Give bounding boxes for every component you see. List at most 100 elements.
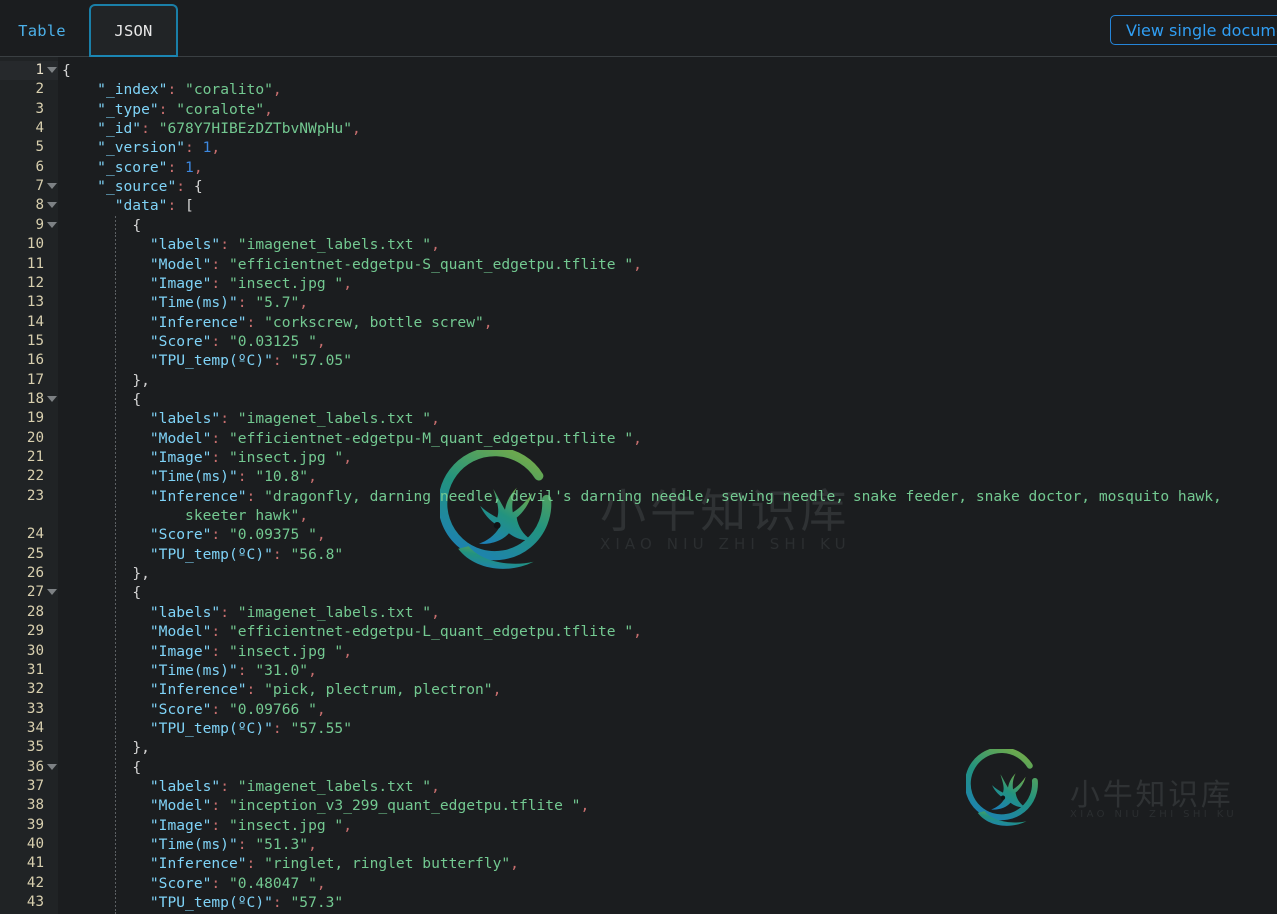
code-line[interactable]: 35}, [0,738,1277,758]
token-str: "coralote" [176,100,265,118]
token-brace: { [193,178,203,196]
code-line[interactable]: 19 "labels": "imagenet_labels.txt ", [0,409,1277,429]
code-line[interactable]: 25 "TPU_temp(ºC)": "56.8" [0,544,1277,565]
code-line[interactable]: 2 "_index": "coralito", [0,80,1277,99]
token-str: "efficientnet-edgetpu-L_quant_edgetpu.tf… [229,623,634,641]
token-punc: , [308,468,317,486]
token-punc: : [185,139,194,157]
indent-guide [114,718,116,739]
code-line[interactable]: 9{ [0,215,1277,236]
token-punc: , [580,797,590,815]
code-line[interactable]: 38 "Model": "inception_v3_299_quant_edget… [0,796,1277,816]
code-line[interactable]: 41 "Inference": "ringlet, ringlet butterf… [0,854,1277,874]
token-str: "efficientnet-edgetpu-M_quant_edgetpu.tf… [229,429,634,447]
fold-toggle-icon[interactable] [47,395,57,402]
code-line[interactable]: 36 { [0,757,1277,777]
token-brace: }, [132,739,150,757]
code-line[interactable]: 16 "TPU_temp(ºC)": "57.05" [0,351,1277,371]
tab-table[interactable]: Table [0,4,84,58]
line-number: 23 [26,487,44,504]
line-number: 11 [26,255,44,272]
code-line[interactable]: 39 "Image": "insect.jpg ", [0,815,1277,835]
line-number: 19 [26,410,44,427]
fold-toggle-icon[interactable] [47,589,57,596]
code-line-content: "Inference": "ringlet, ringlet butterfly… [150,854,519,873]
code-line[interactable]: 22 "Time(ms)": "10.8", [0,467,1277,487]
code-line[interactable]: 21 "Image": "insect.jpg ", [0,448,1277,468]
code-line[interactable]: 11 "Model": "efficientnet-edgetpu-S_quant… [0,254,1277,274]
line-number: 7 [35,178,44,195]
code-line-content: "TPU_temp(ºC)": "57.05" [150,351,352,370]
code-line[interactable]: 37 "labels": "imagenet_labels.txt ", [0,776,1277,797]
token-key: "Inference" [149,313,247,331]
code-line[interactable]: 5 "_version": 1, [0,138,1277,157]
code-line[interactable]: 24 "Score": "0.09375 ", [0,525,1277,545]
line-number: 36 [26,758,44,775]
line-number: 4 [35,120,44,137]
code-line[interactable]: 26}, [0,564,1277,584]
code-line[interactable]: 3 "_type": "coralote", [0,100,1277,119]
code-line[interactable]: 15 "Score": "0.03125 ", [0,331,1277,352]
fold-toggle-icon[interactable] [47,221,57,228]
fold-toggle-icon[interactable] [47,183,57,190]
fold-toggle-icon[interactable] [47,202,57,209]
code-line[interactable]: 31 "Time(ms)": "31.0", [0,660,1277,681]
token-key: "Time(ms)" [149,468,238,486]
fold-toggle-icon[interactable] [47,67,57,73]
code-line[interactable]: 17}, [0,370,1277,390]
code-line-wrapped-continuation[interactable]: skeeter hawk", [0,506,1277,526]
code-line[interactable]: 32 "Inference": "pick, plectrum, plectron… [0,680,1277,700]
code-line[interactable]: 42 "Score": "0.48047 ", [0,873,1277,894]
line-number: 28 [26,603,44,620]
indent-guide [114,602,116,623]
code-line-content: "Image": "insect.jpg ", [150,448,352,467]
line-number: 42 [26,874,44,891]
code-line[interactable]: 14 "Inference": "corkscrew, bottle screw"… [0,312,1277,332]
token-str: "efficientnet-edgetpu-S_quant_edgetpu.tf… [229,255,634,273]
code-line[interactable]: 1{ [0,61,1277,81]
code-line[interactable]: 20 "Model": "efficientnet-edgetpu-M_quant… [0,428,1277,448]
code-line[interactable]: 10 "labels": "imagenet_labels.txt ", [0,235,1277,255]
code-line[interactable]: 13 "Time(ms)": "5.7", [0,293,1277,313]
code-line[interactable]: 18 { [0,389,1277,410]
code-line[interactable]: 4 "_id": "678Y7HIBEzDZTbvNWpHu", [0,119,1277,138]
code-line-content: "TPU_temp(ºC)": "57.3" [150,893,343,912]
code-line[interactable]: 33 "Score": "0.09766 ", [0,699,1277,719]
token-punc: , [633,429,642,447]
line-number: 2 [35,81,44,98]
code-line[interactable]: 6 "_score": 1, [0,158,1277,177]
code-line-content: "Time(ms)": "10.8", [150,467,317,486]
tab-json[interactable]: JSON [89,4,178,58]
token-punc: : [272,894,282,912]
code-line-content: { [132,583,141,602]
line-number: 17 [26,371,44,388]
token-brace: { [132,216,142,234]
token-punc: , [299,507,309,525]
code-line[interactable]: 30 "Image": "insect.jpg ", [0,641,1277,661]
token-str: "imagenet_labels.txt " [237,603,432,621]
code-line[interactable]: 12 "Image": "insect.jpg ", [0,273,1277,294]
code-line[interactable]: 43 "TPU_temp(ºC)": "57.3" [0,893,1277,913]
token-key: "TPU_temp(ºC)" [149,719,273,737]
view-single-document-button[interactable]: View single document [1110,15,1277,45]
code-line[interactable]: 28 "labels": "imagenet_labels.txt ", [0,602,1277,623]
code-line[interactable]: 8 "data": [ [0,196,1277,215]
code-line[interactable]: 7 "_source": { [0,177,1277,196]
code-line[interactable]: 29 "Model": "efficientnet-edgetpu-L_quant… [0,622,1277,642]
code-line[interactable]: 23 "Inference": "dragonfly, darning needl… [0,486,1277,507]
code-line[interactable]: 40 "Time(ms)": "51.3", [0,835,1277,855]
indent-guide [114,873,116,894]
indent-guide [114,699,116,719]
token-punc: , [351,120,361,138]
token-punc: : [211,255,221,273]
code-line[interactable]: 27 { [0,583,1277,603]
indent-guide [114,854,116,874]
code-line[interactable]: 34 "TPU_temp(ºC)": "57.55" [0,718,1277,739]
fold-toggle-icon[interactable] [47,763,57,770]
